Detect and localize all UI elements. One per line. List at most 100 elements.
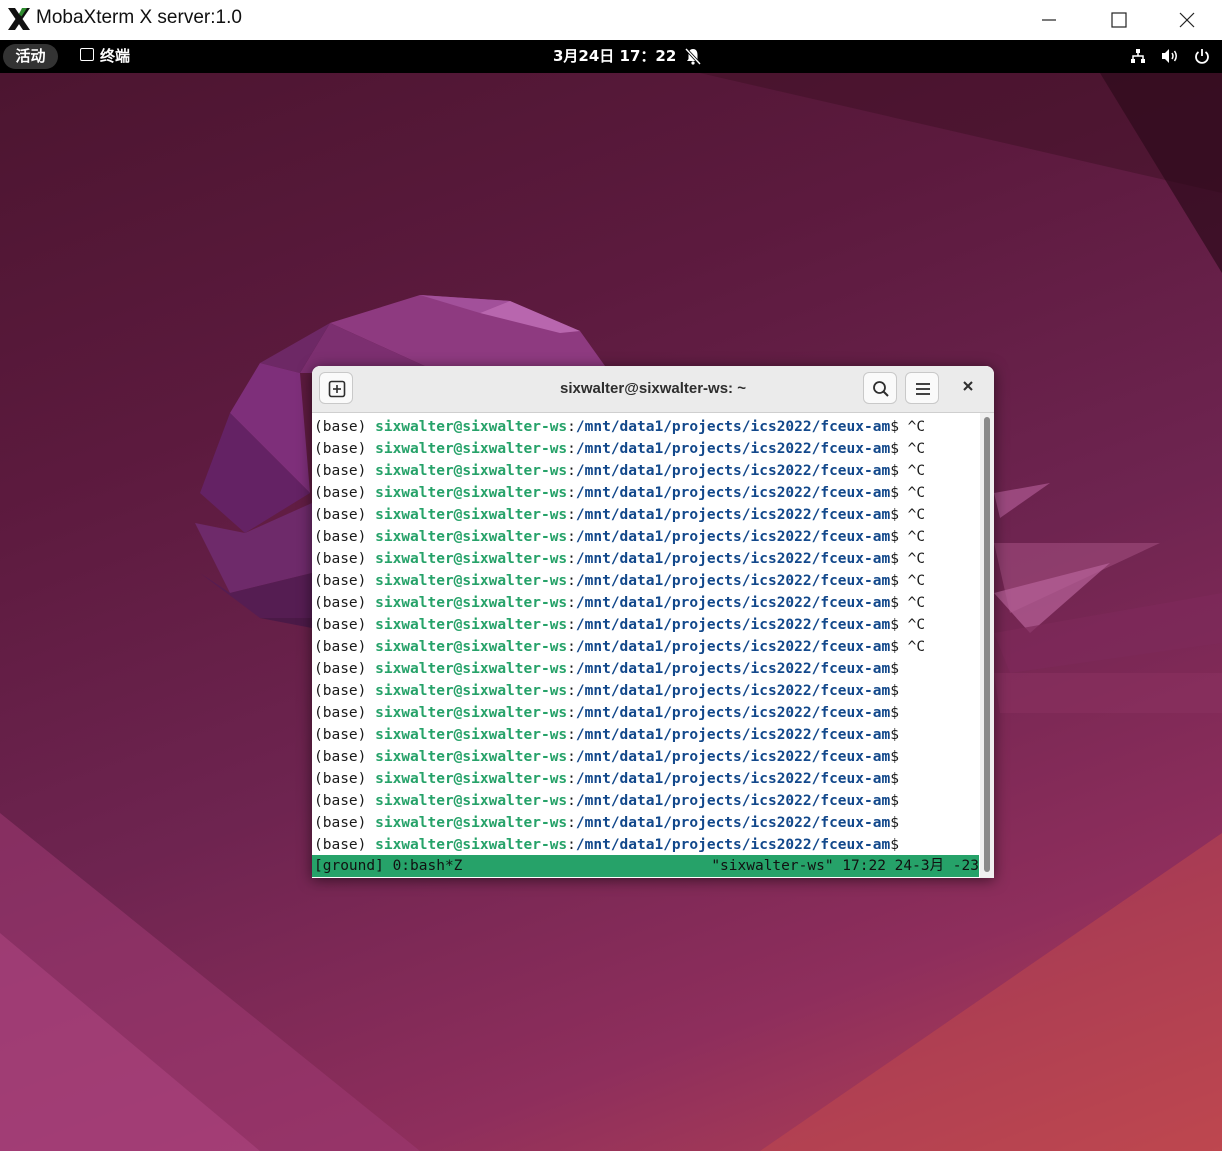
menu-button[interactable] [905, 372, 939, 404]
prompt-suffix: $ [890, 683, 899, 699]
close-window-button[interactable] [1152, 0, 1222, 40]
terminal-line: (base) sixwalter@sixwalter-ws:/mnt/data1… [314, 504, 925, 526]
prompt-separator: : [567, 727, 576, 743]
prompt-user: sixwalter@sixwalter-ws [375, 485, 568, 501]
prompt-separator: : [567, 551, 576, 567]
bell-muted-icon[interactable] [685, 48, 701, 65]
terminal-line: (base) sixwalter@sixwalter-ws:/mnt/data1… [314, 790, 899, 812]
terminal-line: (base) sixwalter@sixwalter-ws:/mnt/data1… [314, 416, 925, 438]
prompt-path: /mnt/data1/projects/ics2022/fceux-am [575, 639, 891, 655]
minimize-button[interactable] [1014, 0, 1084, 40]
close-icon [1179, 12, 1195, 28]
prompt-user: sixwalter@sixwalter-ws [375, 661, 568, 677]
terminal-line: (base) sixwalter@sixwalter-ws:/mnt/data1… [314, 592, 925, 614]
activities-button[interactable]: 活动 [3, 44, 58, 69]
prompt-prefix: (base) [314, 727, 376, 743]
prompt-suffix: $ ^C [890, 551, 926, 567]
prompt-path: /mnt/data1/projects/ics2022/fceux-am [575, 749, 891, 765]
prompt-separator: : [567, 595, 576, 611]
terminal-line: (base) sixwalter@sixwalter-ws:/mnt/data1… [314, 570, 925, 592]
prompt-prefix: (base) [314, 463, 376, 479]
prompt-user: sixwalter@sixwalter-ws [375, 441, 568, 457]
search-button[interactable] [863, 372, 897, 404]
terminal-header-bar[interactable]: sixwalter@sixwalter-ws: ~ [312, 366, 994, 413]
prompt-path: /mnt/data1/projects/ics2022/fceux-am [575, 551, 891, 567]
prompt-separator: : [567, 639, 576, 655]
volume-icon [1161, 49, 1177, 63]
prompt-user: sixwalter@sixwalter-ws [375, 749, 568, 765]
prompt-suffix: $ ^C [890, 529, 926, 545]
prompt-suffix: $ ^C [890, 419, 926, 435]
terminal-line: (base) sixwalter@sixwalter-ws:/mnt/data1… [314, 614, 925, 636]
system-tray[interactable] [1120, 48, 1210, 68]
scrollbar-thumb[interactable] [984, 417, 990, 872]
prompt-suffix: $ ^C [890, 617, 926, 633]
prompt-path: /mnt/data1/projects/ics2022/fceux-am [575, 463, 891, 479]
tmux-status-bar: [ground] 0:bash*Z "sixwalter-ws" 17:22 24… [312, 855, 979, 877]
terminal-line: (base) sixwalter@sixwalter-ws:/mnt/data1… [314, 834, 899, 856]
terminal-line: (base) sixwalter@sixwalter-ws:/mnt/data1… [314, 702, 899, 724]
prompt-prefix: (base) [314, 573, 376, 589]
prompt-suffix: $ ^C [890, 639, 926, 655]
prompt-prefix: (base) [314, 705, 376, 721]
prompt-path: /mnt/data1/projects/ics2022/fceux-am [575, 683, 891, 699]
prompt-suffix: $ [890, 837, 899, 853]
prompt-separator: : [567, 419, 576, 435]
gnome-top-bar: 活动 终端 3月24日 17：22 [0, 40, 1222, 73]
prompt-suffix: $ ^C [890, 463, 926, 479]
prompt-separator: : [567, 507, 576, 523]
prompt-path: /mnt/data1/projects/ics2022/fceux-am [575, 595, 891, 611]
prompt-separator: : [567, 749, 576, 765]
maximize-button[interactable] [1084, 0, 1154, 40]
close-icon[interactable] [962, 380, 974, 392]
prompt-user: sixwalter@sixwalter-ws [375, 419, 568, 435]
prompt-user: sixwalter@sixwalter-ws [375, 837, 568, 853]
prompt-path: /mnt/data1/projects/ics2022/fceux-am [575, 485, 891, 501]
prompt-suffix: $ ^C [890, 485, 926, 501]
prompt-prefix: (base) [314, 815, 376, 831]
prompt-separator: : [567, 661, 576, 677]
prompt-suffix: $ [890, 749, 899, 765]
prompt-separator: : [567, 441, 576, 457]
prompt-prefix: (base) [314, 617, 376, 633]
prompt-path: /mnt/data1/projects/ics2022/fceux-am [575, 705, 891, 721]
prompt-user: sixwalter@sixwalter-ws [375, 705, 568, 721]
tmux-status-right: "sixwalter-ws" 17:22 24-3月 -23 [711, 858, 979, 874]
prompt-separator: : [567, 683, 576, 699]
host-window-title: MobaXterm X server:1.0 [36, 7, 242, 28]
prompt-prefix: (base) [314, 683, 376, 699]
prompt-prefix: (base) [314, 441, 376, 457]
terminal-line: (base) sixwalter@sixwalter-ws:/mnt/data1… [314, 680, 899, 702]
prompt-suffix: $ ^C [890, 573, 926, 589]
clock[interactable]: 3月24日 17：22 [553, 40, 676, 73]
terminal-window: sixwalter@sixwalter-ws: ~ (base) sixwalt… [312, 366, 994, 878]
prompt-suffix: $ [890, 727, 899, 743]
prompt-separator: : [567, 815, 576, 831]
prompt-separator: : [567, 771, 576, 787]
prompt-user: sixwalter@sixwalter-ws [375, 463, 568, 479]
terminal-output[interactable]: (base) sixwalter@sixwalter-ws:/mnt/data1… [312, 413, 980, 878]
terminal-line: (base) sixwalter@sixwalter-ws:/mnt/data1… [314, 746, 899, 768]
prompt-suffix: $ ^C [890, 507, 926, 523]
terminal-line: (base) sixwalter@sixwalter-ws:/mnt/data1… [314, 724, 899, 746]
prompt-user: sixwalter@sixwalter-ws [375, 595, 568, 611]
prompt-path: /mnt/data1/projects/ics2022/fceux-am [575, 771, 891, 787]
app-menu[interactable]: 终端 [80, 40, 130, 73]
terminal-scrollbar[interactable] [980, 413, 994, 878]
maximize-icon [1111, 12, 1127, 28]
prompt-separator: : [567, 617, 576, 633]
prompt-separator: : [567, 705, 576, 721]
prompt-user: sixwalter@sixwalter-ws [375, 793, 568, 809]
prompt-prefix: (base) [314, 507, 376, 523]
terminal-line: (base) sixwalter@sixwalter-ws:/mnt/data1… [314, 636, 925, 658]
prompt-prefix: (base) [314, 749, 376, 765]
prompt-prefix: (base) [314, 419, 376, 435]
prompt-separator: : [567, 529, 576, 545]
terminal-line: (base) sixwalter@sixwalter-ws:/mnt/data1… [314, 548, 925, 570]
search-icon [873, 381, 889, 397]
prompt-path: /mnt/data1/projects/ics2022/fceux-am [575, 441, 891, 457]
terminal-line: (base) sixwalter@sixwalter-ws:/mnt/data1… [314, 438, 925, 460]
terminal-line: (base) sixwalter@sixwalter-ws:/mnt/data1… [314, 658, 899, 680]
prompt-path: /mnt/data1/projects/ics2022/fceux-am [575, 573, 891, 589]
prompt-prefix: (base) [314, 551, 376, 567]
